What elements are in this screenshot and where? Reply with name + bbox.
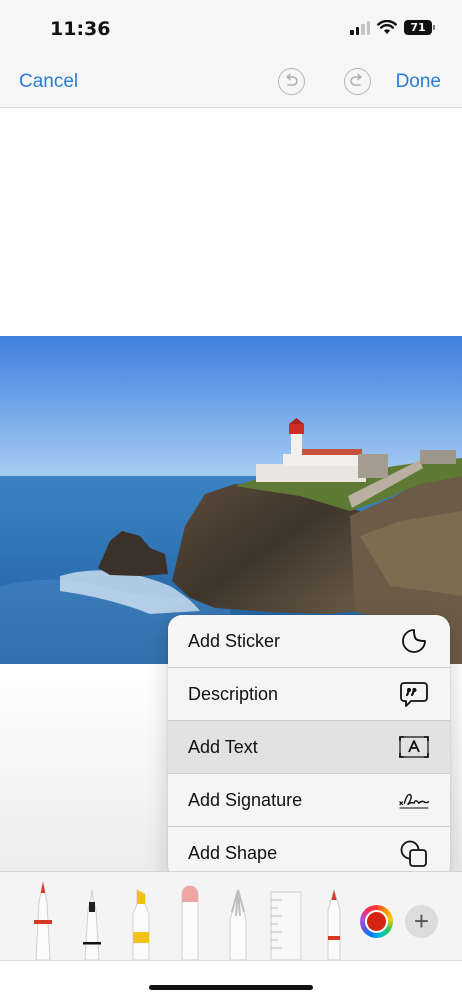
menu-item-label: Add Signature: [188, 789, 303, 810]
menu-item-label: Add Sticker: [188, 630, 281, 651]
status-bar: 11:36 71: [0, 0, 462, 58]
status-time: 11:36: [50, 18, 111, 40]
redo-icon: [350, 73, 362, 86]
signal-icon: [350, 20, 370, 35]
undo-button[interactable]: [278, 68, 305, 95]
pencil-tool[interactable]: [323, 886, 345, 960]
add-sticker-item[interactable]: Add Sticker: [168, 615, 450, 668]
add-button[interactable]: +: [405, 905, 438, 938]
menu-item-label: Add Shape: [188, 843, 278, 863]
menu-item-label: Description: [188, 683, 279, 704]
eraser-tool[interactable]: [178, 882, 202, 960]
add-text-item[interactable]: Add Text: [168, 721, 450, 774]
wifi-icon: [377, 20, 397, 34]
add-signature-item[interactable]: Add Signature: [168, 774, 450, 827]
markup-toolbar: +: [0, 871, 462, 961]
color-picker-button[interactable]: [360, 905, 393, 938]
ruler-tool[interactable]: [268, 888, 304, 960]
pen-tool[interactable]: [32, 876, 54, 960]
add-popover-menu: Add Sticker Description Add Text Add Sig…: [168, 615, 450, 880]
done-button[interactable]: Done: [396, 71, 441, 93]
status-icons: 71: [350, 20, 435, 35]
highlighter-tool[interactable]: [129, 886, 153, 960]
undo-icon: [286, 73, 298, 86]
battery-icon: 71: [404, 20, 435, 35]
text-box-icon: [398, 733, 430, 761]
menu-item-label: Add Text: [188, 736, 258, 757]
lasso-tool[interactable]: [226, 884, 250, 960]
signature-icon: [398, 786, 430, 814]
description-item[interactable]: Description: [168, 668, 450, 721]
fineliner-tool[interactable]: [81, 880, 103, 960]
home-indicator: [149, 985, 313, 990]
cancel-button[interactable]: Cancel: [19, 71, 78, 93]
sticker-icon: [398, 627, 430, 655]
quote-bubble-icon: [398, 680, 430, 708]
markup-nav-bar: Cancel Done: [0, 58, 462, 108]
selected-color-swatch: [365, 910, 388, 933]
redo-button[interactable]: [344, 68, 371, 95]
shapes-icon: [398, 840, 430, 868]
